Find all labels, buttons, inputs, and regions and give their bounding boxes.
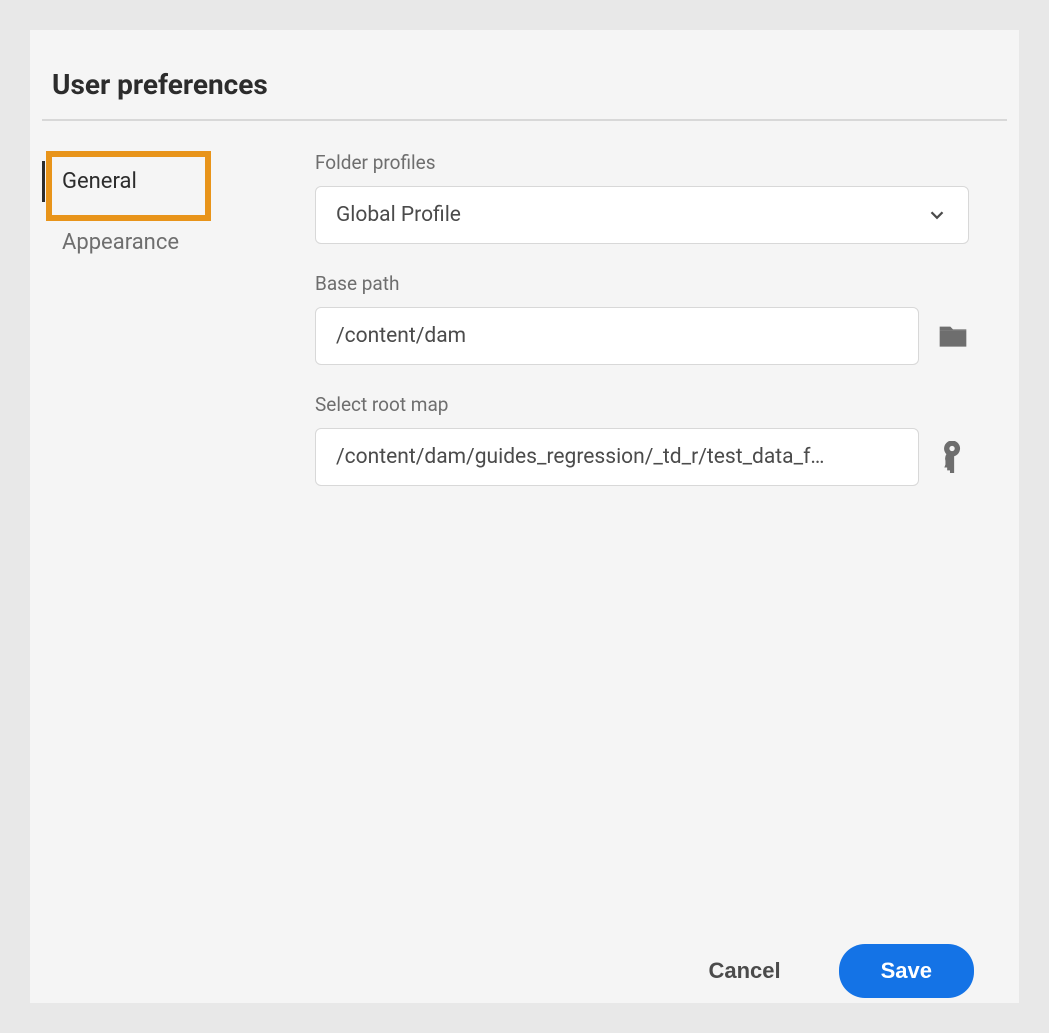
dialog-title: User preferences (52, 68, 997, 101)
dialog-footer: Cancel Save (30, 924, 1019, 1003)
base-path-value: /content/dam (336, 324, 466, 348)
base-path-field: Base path /content/dam (315, 272, 969, 365)
sidebar-item-appearance[interactable]: Appearance (42, 212, 270, 273)
cancel-button[interactable]: Cancel (700, 946, 788, 996)
base-path-input[interactable]: /content/dam (315, 307, 919, 365)
dialog-header: User preferences (42, 30, 1007, 121)
root-map-field: Select root map /content/dam/guides_regr… (315, 393, 969, 486)
folder-profiles-select[interactable]: Global Profile (315, 186, 969, 244)
root-map-value: /content/dam/guides_regression/_td_r/tes… (336, 445, 824, 469)
root-map-label: Select root map (315, 393, 969, 416)
folder-profiles-value: Global Profile (336, 203, 461, 227)
folder-profiles-field: Folder profiles Global Profile (315, 151, 969, 244)
key-icon[interactable] (937, 441, 969, 473)
chevron-down-icon (926, 204, 948, 226)
sidebar-item-general[interactable]: General (42, 151, 270, 212)
dialog-body: General Appearance Folder profiles Globa… (30, 121, 1019, 924)
save-button[interactable]: Save (839, 944, 974, 998)
folder-icon[interactable] (937, 320, 969, 352)
sidebar-item-label: Appearance (62, 230, 179, 255)
root-map-input[interactable]: /content/dam/guides_regression/_td_r/tes… (315, 428, 919, 486)
base-path-label: Base path (315, 272, 969, 295)
sidebar-item-label: General (62, 169, 137, 194)
folder-profiles-label: Folder profiles (315, 151, 969, 174)
content-panel: Folder profiles Global Profile Base path… (270, 151, 1019, 924)
user-preferences-dialog: User preferences General Appearance Fold… (30, 30, 1019, 1003)
sidebar: General Appearance (30, 151, 270, 924)
